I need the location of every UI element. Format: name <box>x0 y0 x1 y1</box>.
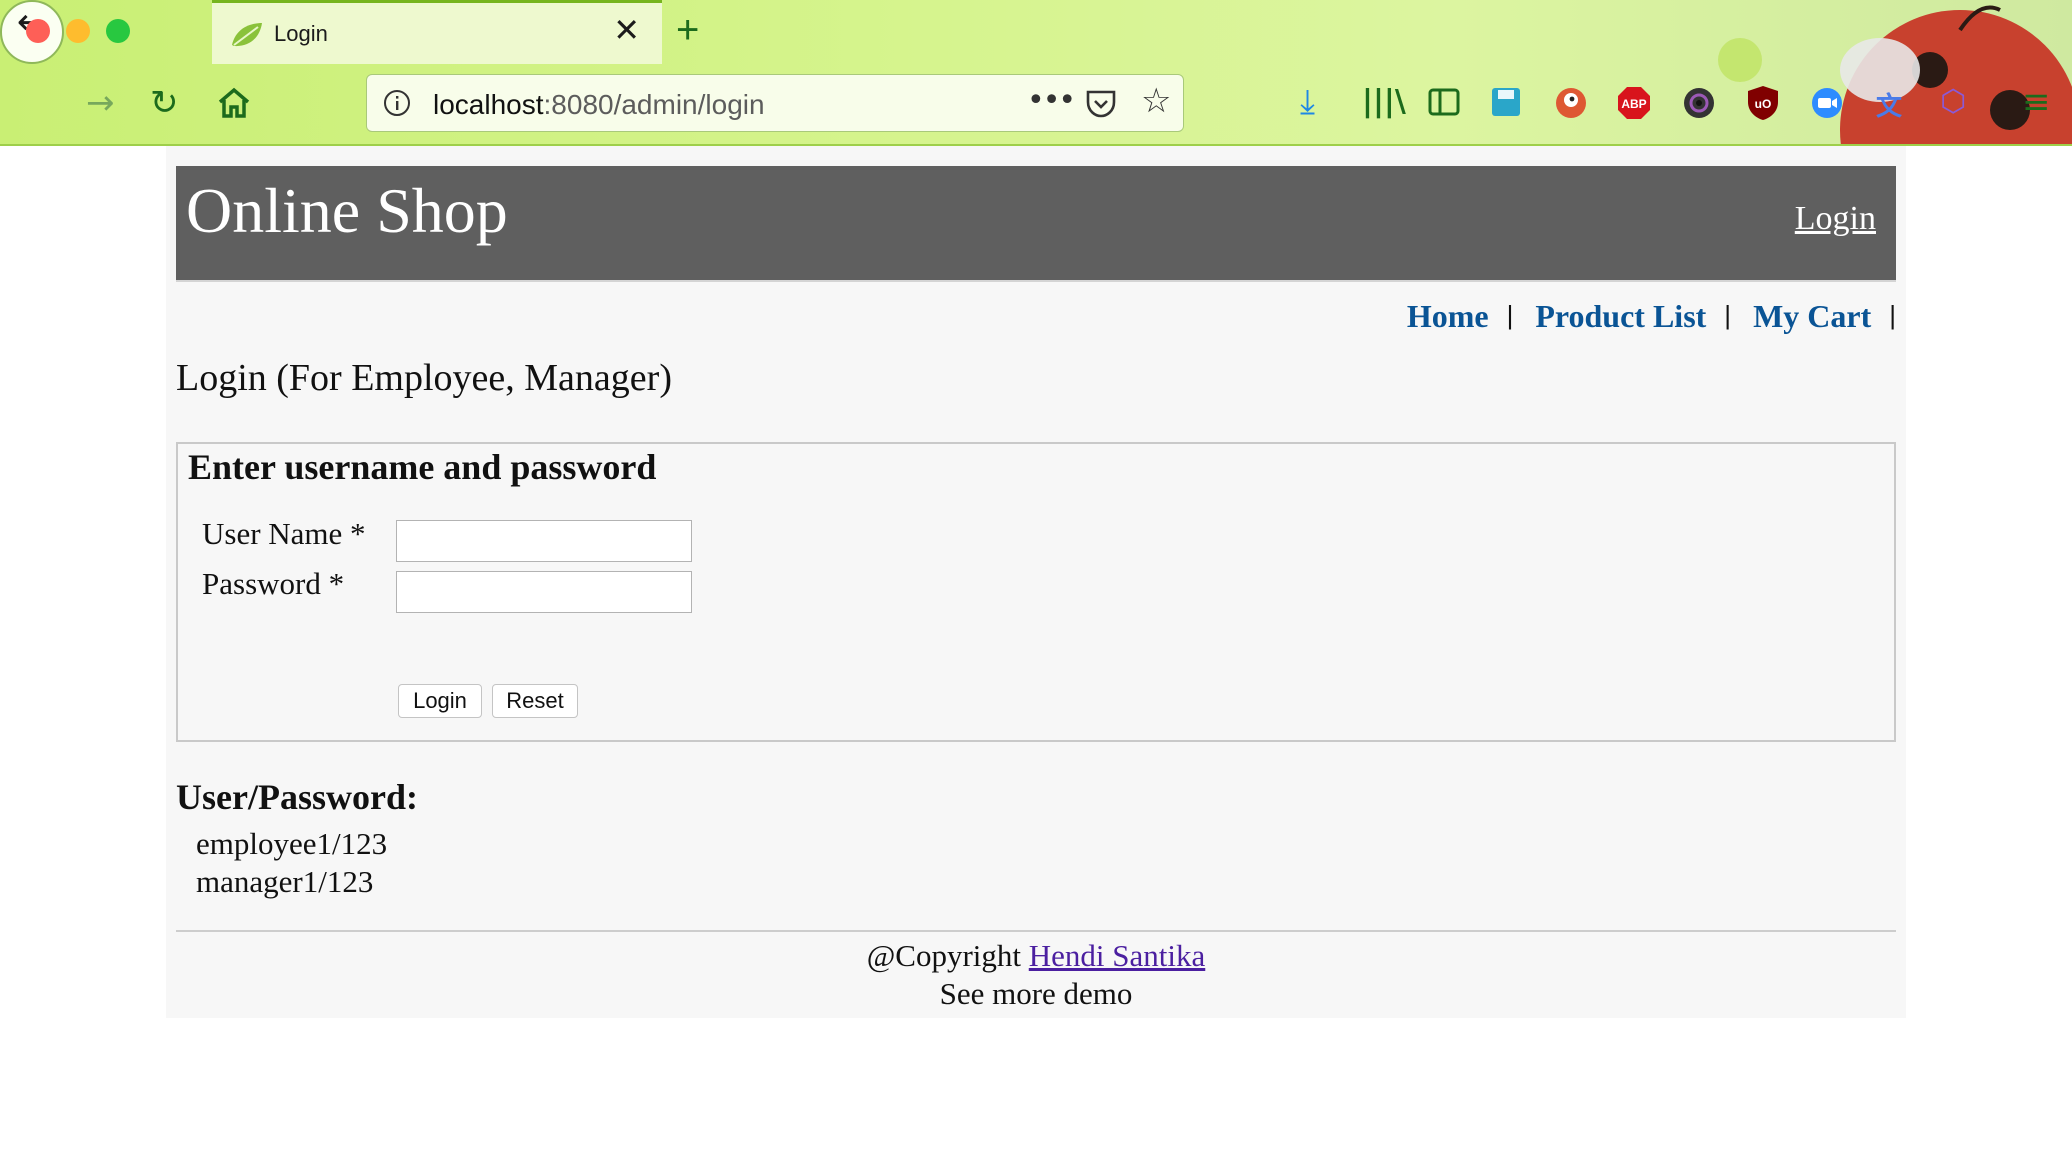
minimize-window-button[interactable] <box>66 19 90 43</box>
username-input[interactable] <box>396 520 692 562</box>
bookmark-star-icon[interactable]: ☆ <box>1141 81 1171 121</box>
credential-item: employee1/123 <box>196 826 388 861</box>
new-tab-button[interactable]: + <box>676 8 699 52</box>
author-link[interactable]: Hendi Santika <box>1029 938 1206 973</box>
reader-icon[interactable] <box>1428 88 1460 116</box>
save-icon[interactable] <box>1490 86 1522 118</box>
login-form: Enter username and password User Name * … <box>176 442 1896 742</box>
duckduckgo-icon[interactable] <box>1554 86 1588 120</box>
username-label: User Name * <box>202 516 366 551</box>
page-title: Login (For Employee, Manager) <box>176 357 672 399</box>
download-icon[interactable]: ⤓ <box>1300 82 1315 122</box>
copyright-text: @Copyright <box>866 938 1022 973</box>
spring-leaf-icon <box>232 23 262 47</box>
menu-icon[interactable]: ≡ <box>2022 82 2051 122</box>
url-path: :8080/admin/login <box>543 89 765 120</box>
password-input[interactable] <box>396 571 692 613</box>
maximize-window-button[interactable] <box>106 19 130 43</box>
password-label: Password * <box>202 566 345 601</box>
translate-icon[interactable]: 文 <box>1876 86 1902 123</box>
url-text[interactable]: localhost:8080/admin/login <box>433 89 765 121</box>
camera-icon[interactable] <box>1682 86 1716 120</box>
menu-separator: | <box>1889 300 1896 330</box>
menu-product-list-link[interactable]: Product List <box>1535 298 1706 334</box>
close-window-button[interactable] <box>26 19 50 43</box>
menu-separator: | <box>1724 300 1732 330</box>
adblock-icon[interactable]: ABP <box>1616 85 1652 121</box>
form-heading: Enter username and password <box>188 447 657 487</box>
page-container: Online Shop Login Home | Product List | My C… <box>166 146 1906 1018</box>
menu-my-cart-link[interactable]: My Cart <box>1753 298 1871 334</box>
info-icon[interactable] <box>383 89 411 117</box>
reset-button[interactable]: Reset <box>492 684 578 718</box>
site-title: Online Shop <box>186 175 508 246</box>
footer-divider <box>176 930 1896 932</box>
header-login-link[interactable]: Login <box>1795 200 1876 238</box>
zoom-icon[interactable] <box>1810 86 1844 120</box>
home-icon[interactable] <box>216 86 252 120</box>
see-more-demo: See more demo <box>939 976 1133 1011</box>
pocket-icon[interactable] <box>1085 89 1117 119</box>
tab-title: Login <box>274 21 328 46</box>
menu-separator: | <box>1506 300 1514 330</box>
tab-close-icon[interactable]: ✕ <box>613 14 640 46</box>
url-bar[interactable]: localhost:8080/admin/login ••• ☆ <box>366 74 1184 132</box>
extension-icon[interactable]: ⬡ <box>1940 84 1966 119</box>
url-host: localhost <box>433 89 544 120</box>
ublock-icon[interactable]: uO <box>1746 84 1780 122</box>
ublock-label: uO <box>1755 97 1772 111</box>
adblock-label: ABP <box>1621 97 1646 111</box>
forward-icon[interactable]: → <box>86 84 115 122</box>
menu-home-link[interactable]: Home <box>1407 298 1489 334</box>
credential-item: manager1/123 <box>196 864 374 899</box>
reload-icon[interactable]: ↻ <box>150 84 179 122</box>
browser-tab[interactable]: Login ✕ <box>212 0 662 64</box>
library-icon[interactable]: |||\ <box>1362 84 1406 119</box>
browser-chrome: Login ✕ + ← → ↻ localhost:8080/admin/log… <box>0 0 2072 146</box>
login-button[interactable]: Login <box>398 684 482 718</box>
main-menu: Home | Product List | My Cart | <box>1407 298 1896 335</box>
footer-copyright: @Copyright Hendi Santika <box>166 938 1906 974</box>
site-header: Online Shop Login <box>176 166 1896 282</box>
more-icon[interactable]: ••• <box>1027 83 1076 118</box>
credentials-heading: User/Password: <box>176 777 418 817</box>
